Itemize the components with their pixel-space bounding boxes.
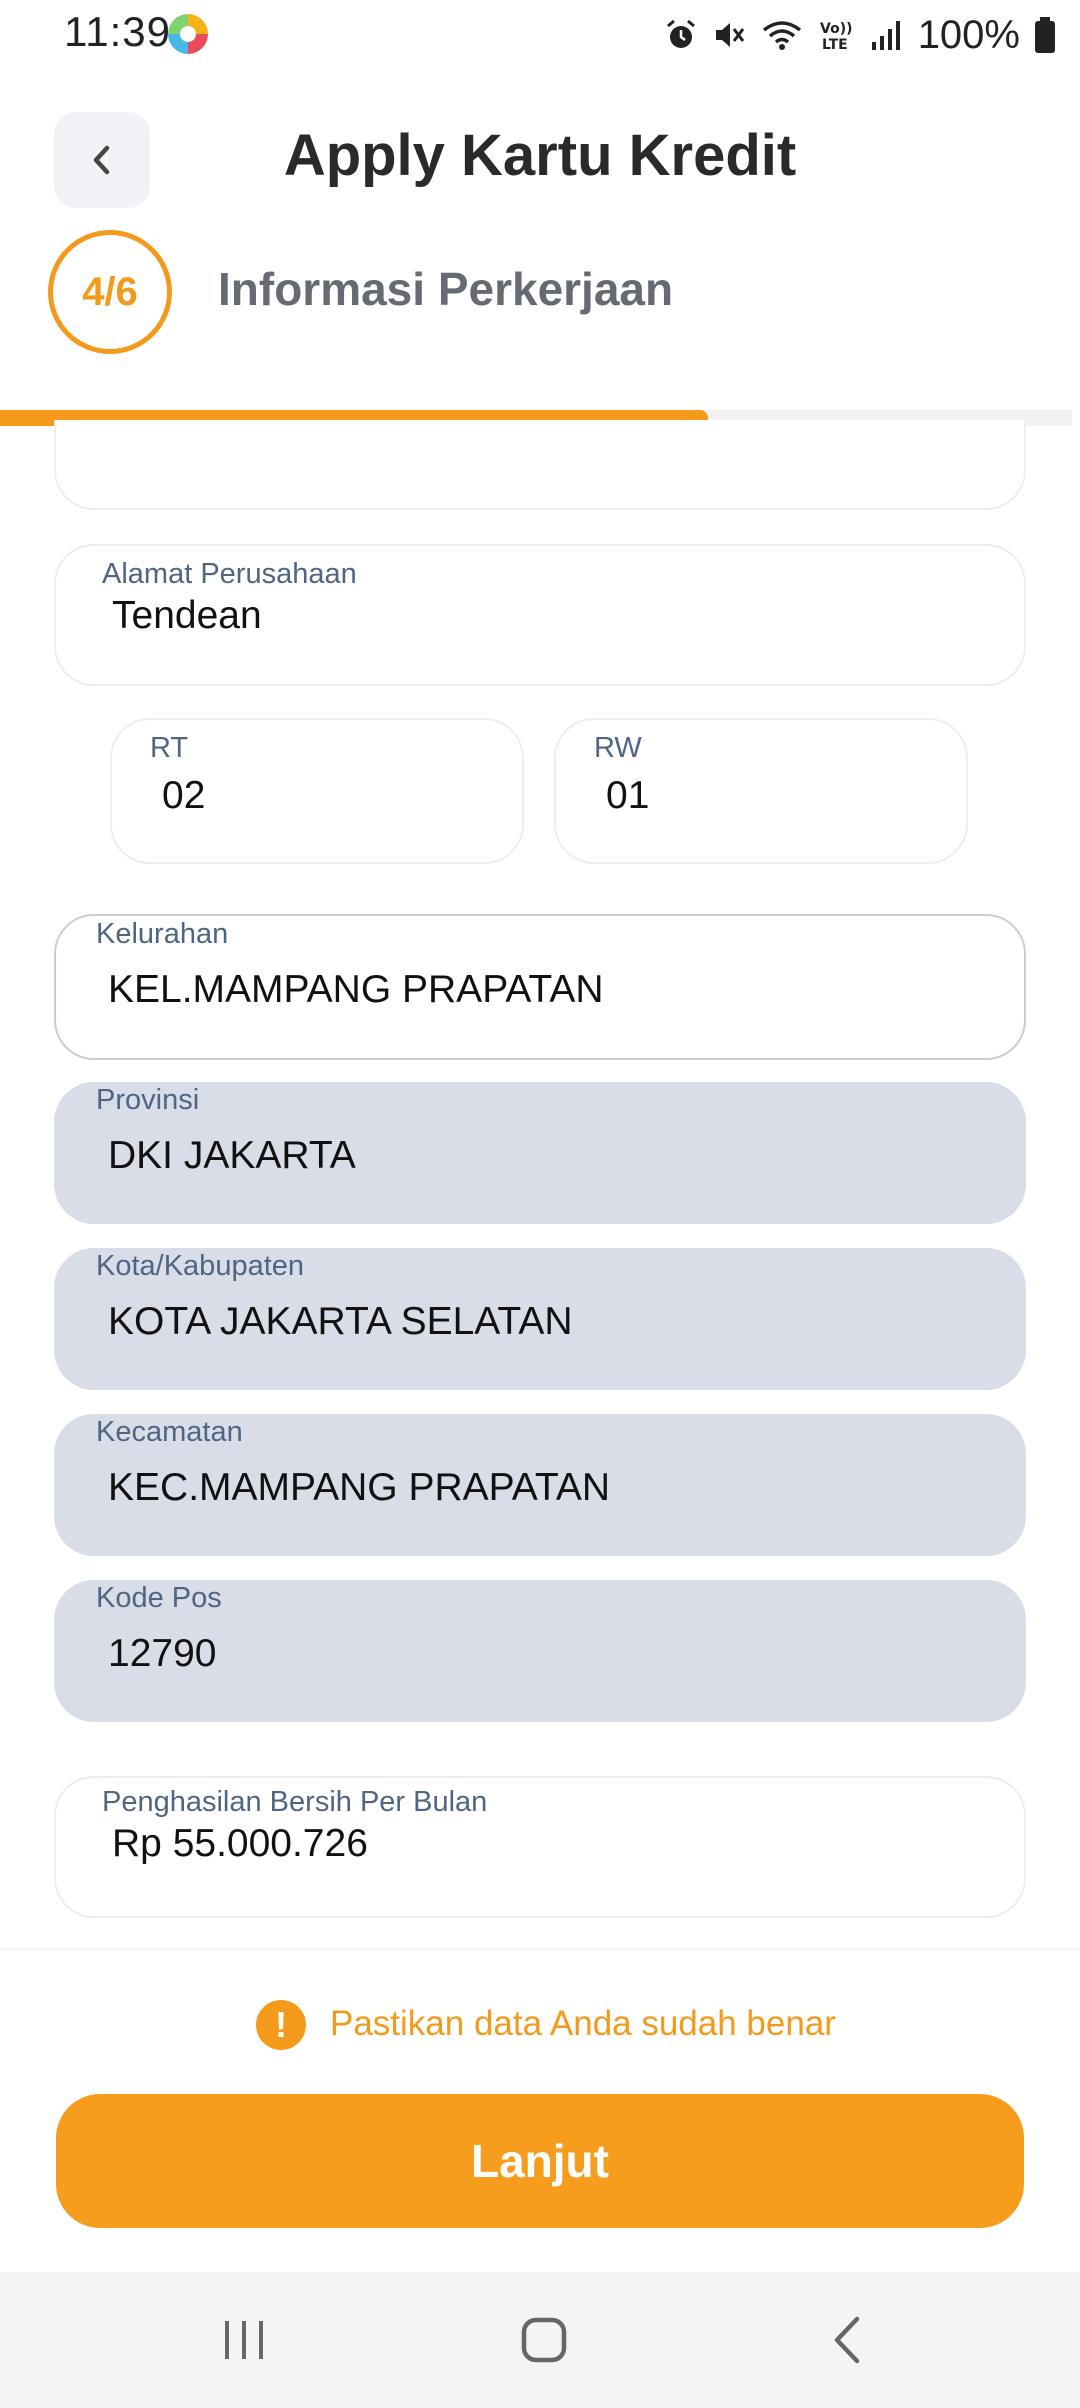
- recent-apps-button[interactable]: [164, 2272, 324, 2408]
- system-back-button[interactable]: [768, 2272, 928, 2408]
- back-arrow-icon: [834, 2316, 860, 2364]
- warning-icon: !: [256, 2000, 306, 2050]
- rt-label: RT: [150, 732, 189, 764]
- next-button[interactable]: Lanjut: [56, 2094, 1024, 2228]
- kode-pos-value: 12790: [108, 1632, 217, 1675]
- volte-icon: Vo)) LTE: [820, 21, 852, 52]
- company-address-label: Alamat Perusahaan: [102, 558, 357, 590]
- battery-percentage: 100%: [917, 12, 1020, 57]
- kelurahan-field[interactable]: Kelurahan KEL.MAMPANG PRAPATAN: [54, 914, 1026, 1060]
- status-time: 11:39: [64, 8, 171, 55]
- kelurahan-label: Kelurahan: [96, 918, 229, 950]
- system-nav-bar: [0, 2272, 1080, 2408]
- svg-text:LTE: LTE: [822, 37, 848, 52]
- home-button[interactable]: [464, 2272, 624, 2408]
- income-value: Rp 55.000.726: [112, 1822, 368, 1865]
- page: 11:39 Vo)) LTE 100% Apply Kartu Kredit 4…: [0, 0, 1080, 2408]
- rw-field[interactable]: RW 01: [554, 718, 968, 864]
- kelurahan-value: KEL.MAMPANG PRAPATAN: [108, 968, 604, 1011]
- kota-label: Kota/Kabupaten: [96, 1250, 305, 1282]
- provinsi-field: Provinsi DKI JAKARTA: [54, 1082, 1026, 1224]
- app-notification-icon: [168, 14, 208, 54]
- previous-field[interactable]: [54, 420, 1026, 510]
- kota-value: KOTA JAKARTA SELATAN: [108, 1300, 573, 1343]
- rw-value: 01: [606, 774, 650, 817]
- kecamatan-field: Kecamatan KEC.MAMPANG PRAPATAN: [54, 1414, 1026, 1556]
- kode-pos-field: Kode Pos 12790: [54, 1580, 1026, 1722]
- status-icons: Vo)) LTE 100%: [664, 10, 1056, 60]
- step-indicator: 4/6: [48, 230, 172, 354]
- step-title: Informasi Perkerjaan: [218, 263, 674, 315]
- provinsi-label: Provinsi: [96, 1084, 200, 1116]
- kecamatan-value: KEC.MAMPANG PRAPATAN: [108, 1466, 611, 1509]
- income-field[interactable]: Penghasilan Bersih Per Bulan Rp 55.000.7…: [54, 1776, 1026, 1918]
- income-label: Penghasilan Bersih Per Bulan: [102, 1786, 488, 1818]
- page-title: Apply Kartu Kredit: [283, 123, 797, 188]
- svg-text:Vo)): Vo)): [820, 21, 852, 37]
- mute-icon: [715, 23, 744, 47]
- home-icon: [521, 2317, 567, 2363]
- battery-icon: [1035, 17, 1055, 53]
- company-address-value: Tendean: [112, 594, 262, 637]
- rw-label: RW: [594, 732, 642, 764]
- provinsi-value: DKI JAKARTA: [108, 1134, 356, 1177]
- notice-text: Pastikan data Anda sudah benar: [330, 2004, 836, 2043]
- alarm-icon: [666, 19, 695, 48]
- status-bar: 11:39 Vo)) LTE 100%: [0, 0, 1080, 70]
- recent-apps-icon: [225, 2321, 263, 2359]
- kota-field: Kota/Kabupaten KOTA JAKARTA SELATAN: [54, 1248, 1026, 1390]
- rt-field[interactable]: RT 02: [110, 718, 524, 864]
- kecamatan-label: Kecamatan: [96, 1416, 243, 1448]
- rt-value: 02: [162, 774, 206, 817]
- wifi-icon: [762, 21, 801, 50]
- signal-icon: [871, 21, 900, 50]
- company-address-field[interactable]: Alamat Perusahaan Tendean: [54, 544, 1026, 686]
- kode-pos-label: Kode Pos: [96, 1582, 222, 1614]
